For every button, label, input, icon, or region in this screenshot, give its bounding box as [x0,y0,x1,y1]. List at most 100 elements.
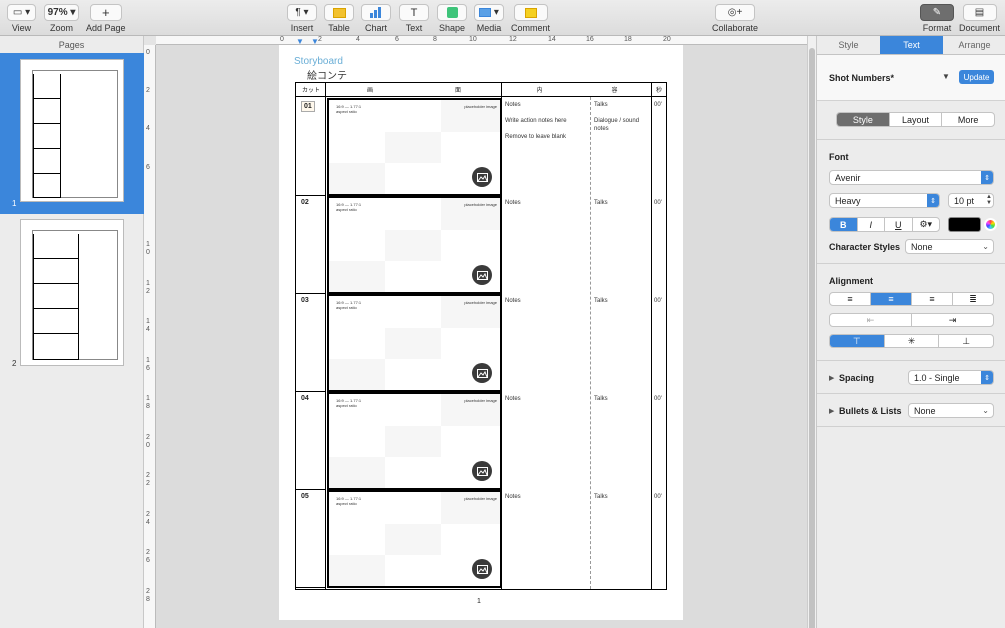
action-notes[interactable]: Notes Write action notes here Remove to … [505,101,585,141]
action-notes[interactable]: Notes [505,199,585,215]
bullets-lists-label[interactable]: Bullets & Lists [839,406,902,416]
page-thumbnail-1[interactable] [20,59,124,202]
storyboard-subtitle[interactable]: 絵コンテ [307,67,347,82]
cut-number[interactable]: 02 [301,199,309,206]
insert-tool[interactable]: ¶ ▾ Insert [287,4,317,33]
document-tool[interactable]: ▤ Document [959,4,1000,33]
talks-notes[interactable]: Talks [594,199,649,215]
storyboard-title[interactable]: Storyboard [294,56,343,67]
image-placeholder-icon[interactable] [472,265,492,285]
talks-notes[interactable]: Talks [594,493,649,509]
bullets-select[interactable]: None ⌄ [908,403,994,418]
zoom-tool[interactable]: 97% ▾ Zoom [44,4,79,33]
cut-number[interactable]: 04 [301,395,309,402]
text-tool[interactable]: T Text [399,4,429,33]
seconds-value[interactable]: 00' [654,297,662,305]
tab-stops[interactable]: ▼ ▼ [296,36,319,46]
frame-grid-cell [385,426,441,457]
picture-frame[interactable]: 16:9 — 1.77:1 aspect ratio placeholder im… [327,490,502,588]
chevron-down-icon: ⌄ [982,406,989,415]
seconds-value[interactable]: 00' [654,199,662,207]
bold-button[interactable]: B [830,218,857,231]
picture-frame[interactable]: 16:9 — 1.77:1 aspect ratio placeholder im… [327,392,502,490]
text-color-well[interactable] [948,217,981,232]
subtab-style[interactable]: Style [837,113,889,126]
decrease-indent-icon[interactable]: ⇤ [830,314,911,326]
vertical-scrollbar[interactable] [807,36,816,628]
document-canvas[interactable]: Storyboard 絵コンテ カット 画 面 内 容 秒 01 16:9 — … [156,45,807,628]
picture-frame[interactable]: 16:9 — 1.77:1 aspect ratio placeholder im… [327,98,502,196]
talks-notes[interactable]: Talks Dialogue / sound notes [594,101,649,133]
underline-button[interactable]: U [884,218,912,231]
talks-line-2: Dialogue / sound notes [594,118,640,132]
talks-notes[interactable]: Talks [594,395,649,411]
picture-frame[interactable]: 16:9 — 1.77:1 aspect ratio placeholder im… [327,196,502,294]
format-tool[interactable]: ✎ Format [920,4,954,33]
table-tool[interactable]: Table [324,4,354,33]
spacing-select[interactable]: 1.0 - Single ⇕ [908,370,994,385]
bullets-value: None [914,405,936,416]
add-page-tool[interactable]: + Add Page [86,4,126,33]
media-tool[interactable]: ▾ Media [474,4,504,33]
action-notes[interactable]: Notes [505,493,585,509]
update-button[interactable]: Update [959,70,994,84]
text-label: Text [405,23,423,33]
align-top-icon[interactable]: ⊤ [830,335,884,347]
disclosure-triangle-icon[interactable]: ▼ [942,72,950,81]
disclosure-right-icon[interactable]: ▶ [829,407,834,415]
image-placeholder-icon[interactable] [472,461,492,481]
font-weight-select[interactable]: Heavy ⇕ [829,193,940,208]
ruler-tick: 6 [395,36,399,43]
increase-indent-icon[interactable]: ⇥ [911,314,993,326]
italic-button[interactable]: I [856,218,885,231]
scrollbar-thumb[interactable] [809,48,815,628]
action-notes[interactable]: Notes [505,297,585,313]
color-wheel-icon[interactable] [984,218,997,231]
comment-tool[interactable]: Comment [511,4,550,33]
font-size-stepper[interactable]: 10 pt ▲ ▼ [948,193,994,208]
collaborate-tool[interactable]: ◎+ Collaborate [712,4,758,33]
align-bottom-icon[interactable]: ⊥ [938,335,993,347]
align-right-icon[interactable]: ≡ [911,293,952,305]
zoom-select[interactable]: 97% ▾ [44,4,79,21]
image-placeholder-icon[interactable] [472,167,492,187]
header-content-2: 容 [611,88,618,94]
align-middle-icon[interactable]: ✳ [883,335,939,347]
character-styles-select[interactable]: None ⌄ [905,239,994,254]
image-placeholder-icon[interactable] [472,363,492,383]
seconds-value[interactable]: 00' [654,493,662,501]
cut-number[interactable]: 05 [301,493,309,500]
action-notes[interactable]: Notes [505,395,585,411]
font-family-select[interactable]: Avenir ⇕ [829,170,994,185]
spacing-label[interactable]: Spacing [839,373,874,383]
paragraph-style-name[interactable]: Shot Numbers* [829,73,894,83]
seconds-value[interactable]: 00' [654,101,662,109]
tab-arrange[interactable]: Arrange [943,36,1005,54]
storyboard-table[interactable]: カット 画 面 内 容 秒 01 16:9 — 1.77:1 aspect rat… [295,82,667,590]
seconds-value[interactable]: 00' [654,395,662,403]
picture-frame[interactable]: 16:9 — 1.77:1 aspect ratio placeholder im… [327,294,502,392]
gear-icon[interactable]: ⚙▾ [911,218,940,231]
tab-text[interactable]: Text [880,36,943,54]
align-left-icon[interactable]: ≡ [830,293,870,305]
subtab-more[interactable]: More [941,113,994,126]
align-justify-icon[interactable]: ≣ [952,293,993,305]
document-page[interactable]: Storyboard 絵コンテ カット 画 面 内 容 秒 01 16:9 — … [279,45,683,620]
chart-tool[interactable]: Chart [361,4,391,33]
stepper-arrows-icon[interactable]: ▲ ▼ [986,194,992,206]
subtab-layout[interactable]: Layout [888,113,942,126]
cut-number[interactable]: 01 [301,101,315,112]
image-placeholder-icon[interactable] [472,559,492,579]
ruler-tick: 28 [146,588,150,603]
shape-tool[interactable]: Shape [437,4,467,33]
align-center-icon[interactable]: ≡ [870,293,911,305]
tab-style[interactable]: Style [817,36,880,54]
ruler-tick: 16 [586,36,594,43]
cut-number[interactable]: 03 [301,297,309,304]
talks-notes[interactable]: Talks [594,297,649,313]
disclosure-right-icon[interactable]: ▶ [829,374,834,382]
view-tool[interactable]: ▭ ▾ View [7,4,36,33]
row-divider [296,293,326,294]
font-size-value[interactable]: 10 pt [954,196,974,206]
page-thumbnail-2[interactable] [20,219,124,366]
